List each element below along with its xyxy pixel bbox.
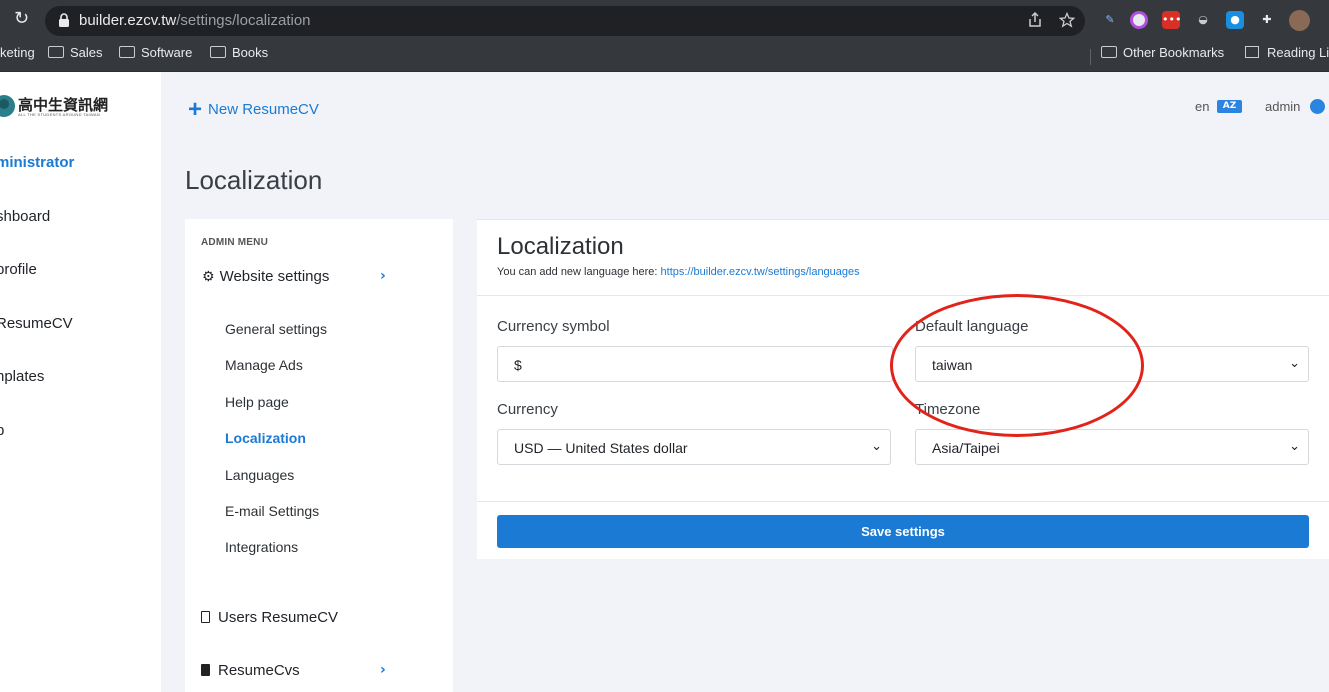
folder-icon (48, 46, 64, 58)
language-switcher[interactable]: en (1195, 99, 1209, 114)
gear-icon: ⚙ (202, 269, 215, 285)
bookmark-separator (1090, 49, 1091, 65)
bookmark-reading-list[interactable]: Reading Li (1245, 45, 1329, 61)
extension-circle-icon[interactable] (1130, 11, 1148, 29)
reading-list-icon (1245, 46, 1259, 58)
menu-item-manage-ads[interactable]: Manage Ads (225, 357, 303, 373)
menu-item-languages[interactable]: Languages (225, 467, 294, 483)
lock-icon (59, 13, 69, 27)
menu-item-general-settings[interactable]: General settings (225, 321, 327, 337)
folder-icon (1101, 46, 1117, 58)
save-settings-button[interactable]: Save settings (497, 515, 1309, 548)
bookmark-books[interactable]: Books (210, 45, 268, 61)
card-title: Localization (497, 233, 624, 260)
document-icon (201, 611, 210, 623)
chevron-down-icon: ⌄ (1289, 439, 1300, 454)
document-filled-icon (201, 664, 210, 676)
logo-subtext: ALL THE STUDENTS AROUND TAIWAN (18, 112, 101, 117)
localization-card: Localization You can add new language he… (477, 219, 1329, 559)
timezone-select[interactable]: Asia/Taipei ⌄ (915, 429, 1309, 465)
plus-icon: + (188, 96, 203, 123)
default-language-label: Default language (915, 318, 1029, 335)
logo-emblem-icon (0, 95, 15, 117)
browser-toolbar: ↻ builder.ezcv.tw/settings/localization … (0, 0, 1329, 40)
chevron-right-icon[interactable]: › (380, 268, 386, 284)
chevron-right-icon[interactable]: › (380, 662, 386, 678)
menu-item-email-settings[interactable]: E-mail Settings (225, 503, 319, 519)
sidebar-section-administrator: ministrator (0, 154, 75, 171)
menu-item-integrations[interactable]: Integrations (225, 539, 298, 555)
menu-item-localization[interactable]: Localization (225, 430, 306, 446)
menu-resumecvs[interactable]: ResumeCvs (201, 662, 300, 679)
currency-symbol-label: Currency symbol (497, 318, 610, 335)
card-subtitle: You can add new language here: https://b… (497, 266, 860, 278)
folder-icon (210, 46, 226, 58)
new-resume-button[interactable]: + New ResumeCV (188, 96, 319, 124)
sidebar-item-templates[interactable]: nplates (0, 368, 44, 385)
user-menu[interactable]: admin (1265, 99, 1300, 114)
bookmark-other[interactable]: Other Bookmarks (1101, 45, 1224, 61)
admin-menu: ADMIN MENU ⚙ Website settings › General s… (185, 219, 453, 692)
currency-symbol-input[interactable]: $ (497, 346, 893, 382)
menu-item-help-page[interactable]: Help page (225, 394, 289, 410)
extension-pen-icon[interactable]: ✎ (1101, 11, 1119, 29)
share-icon[interactable] (1027, 12, 1043, 28)
extension-bowl-icon[interactable]: ◒ (1194, 11, 1212, 29)
bookmark-software[interactable]: Software (119, 45, 192, 61)
chevron-down-icon: ⌄ (871, 439, 882, 454)
default-language-select[interactable]: taiwan ⌄ (915, 346, 1309, 382)
user-avatar-icon[interactable] (1310, 99, 1325, 114)
star-icon[interactable] (1059, 12, 1075, 28)
bookmarks-bar: keting Sales Software Books Other Bookma… (0, 40, 1329, 72)
divider (477, 295, 1329, 296)
bookmark-sales[interactable]: Sales (48, 45, 103, 61)
page-title: Localization (185, 165, 323, 195)
admin-menu-heading: ADMIN MENU (201, 237, 268, 248)
extension-dots-icon[interactable]: ••• (1162, 11, 1181, 29)
reload-icon[interactable]: ↻ (14, 9, 34, 29)
bookmark-keting[interactable]: keting (0, 45, 35, 61)
website-settings-menu[interactable]: ⚙ Website settings (202, 268, 329, 285)
timezone-label: Timezone (915, 401, 981, 418)
url-domain: builder.ezcv.tw (79, 12, 177, 29)
sidebar-item-profile[interactable]: profile (0, 261, 37, 278)
extension-drop-icon[interactable]: ● (1226, 11, 1244, 29)
currency-select[interactable]: USD — United States dollar ⌄ (497, 429, 891, 465)
sidebar-item-help[interactable]: p (0, 422, 4, 439)
translate-icon[interactable]: AZ (1217, 100, 1242, 113)
currency-label: Currency (497, 401, 558, 418)
extensions-puzzle-icon[interactable]: ✚ (1258, 11, 1276, 29)
chevron-down-icon: ⌄ (1289, 356, 1300, 371)
languages-link[interactable]: https://builder.ezcv.tw/settings/languag… (661, 266, 860, 278)
url-text[interactable]: builder.ezcv.tw/settings/localization (79, 12, 311, 29)
menu-users-resumecv[interactable]: Users ResumeCV (201, 609, 338, 626)
divider (477, 501, 1329, 502)
url-path: /settings/localization (176, 12, 311, 29)
profile-avatar[interactable] (1289, 10, 1310, 31)
folder-icon (119, 46, 135, 58)
sidebar-item-dashboard[interactable]: shboard (0, 208, 50, 225)
sidebar-item-resumecv[interactable]: ResumeCV (0, 315, 73, 332)
